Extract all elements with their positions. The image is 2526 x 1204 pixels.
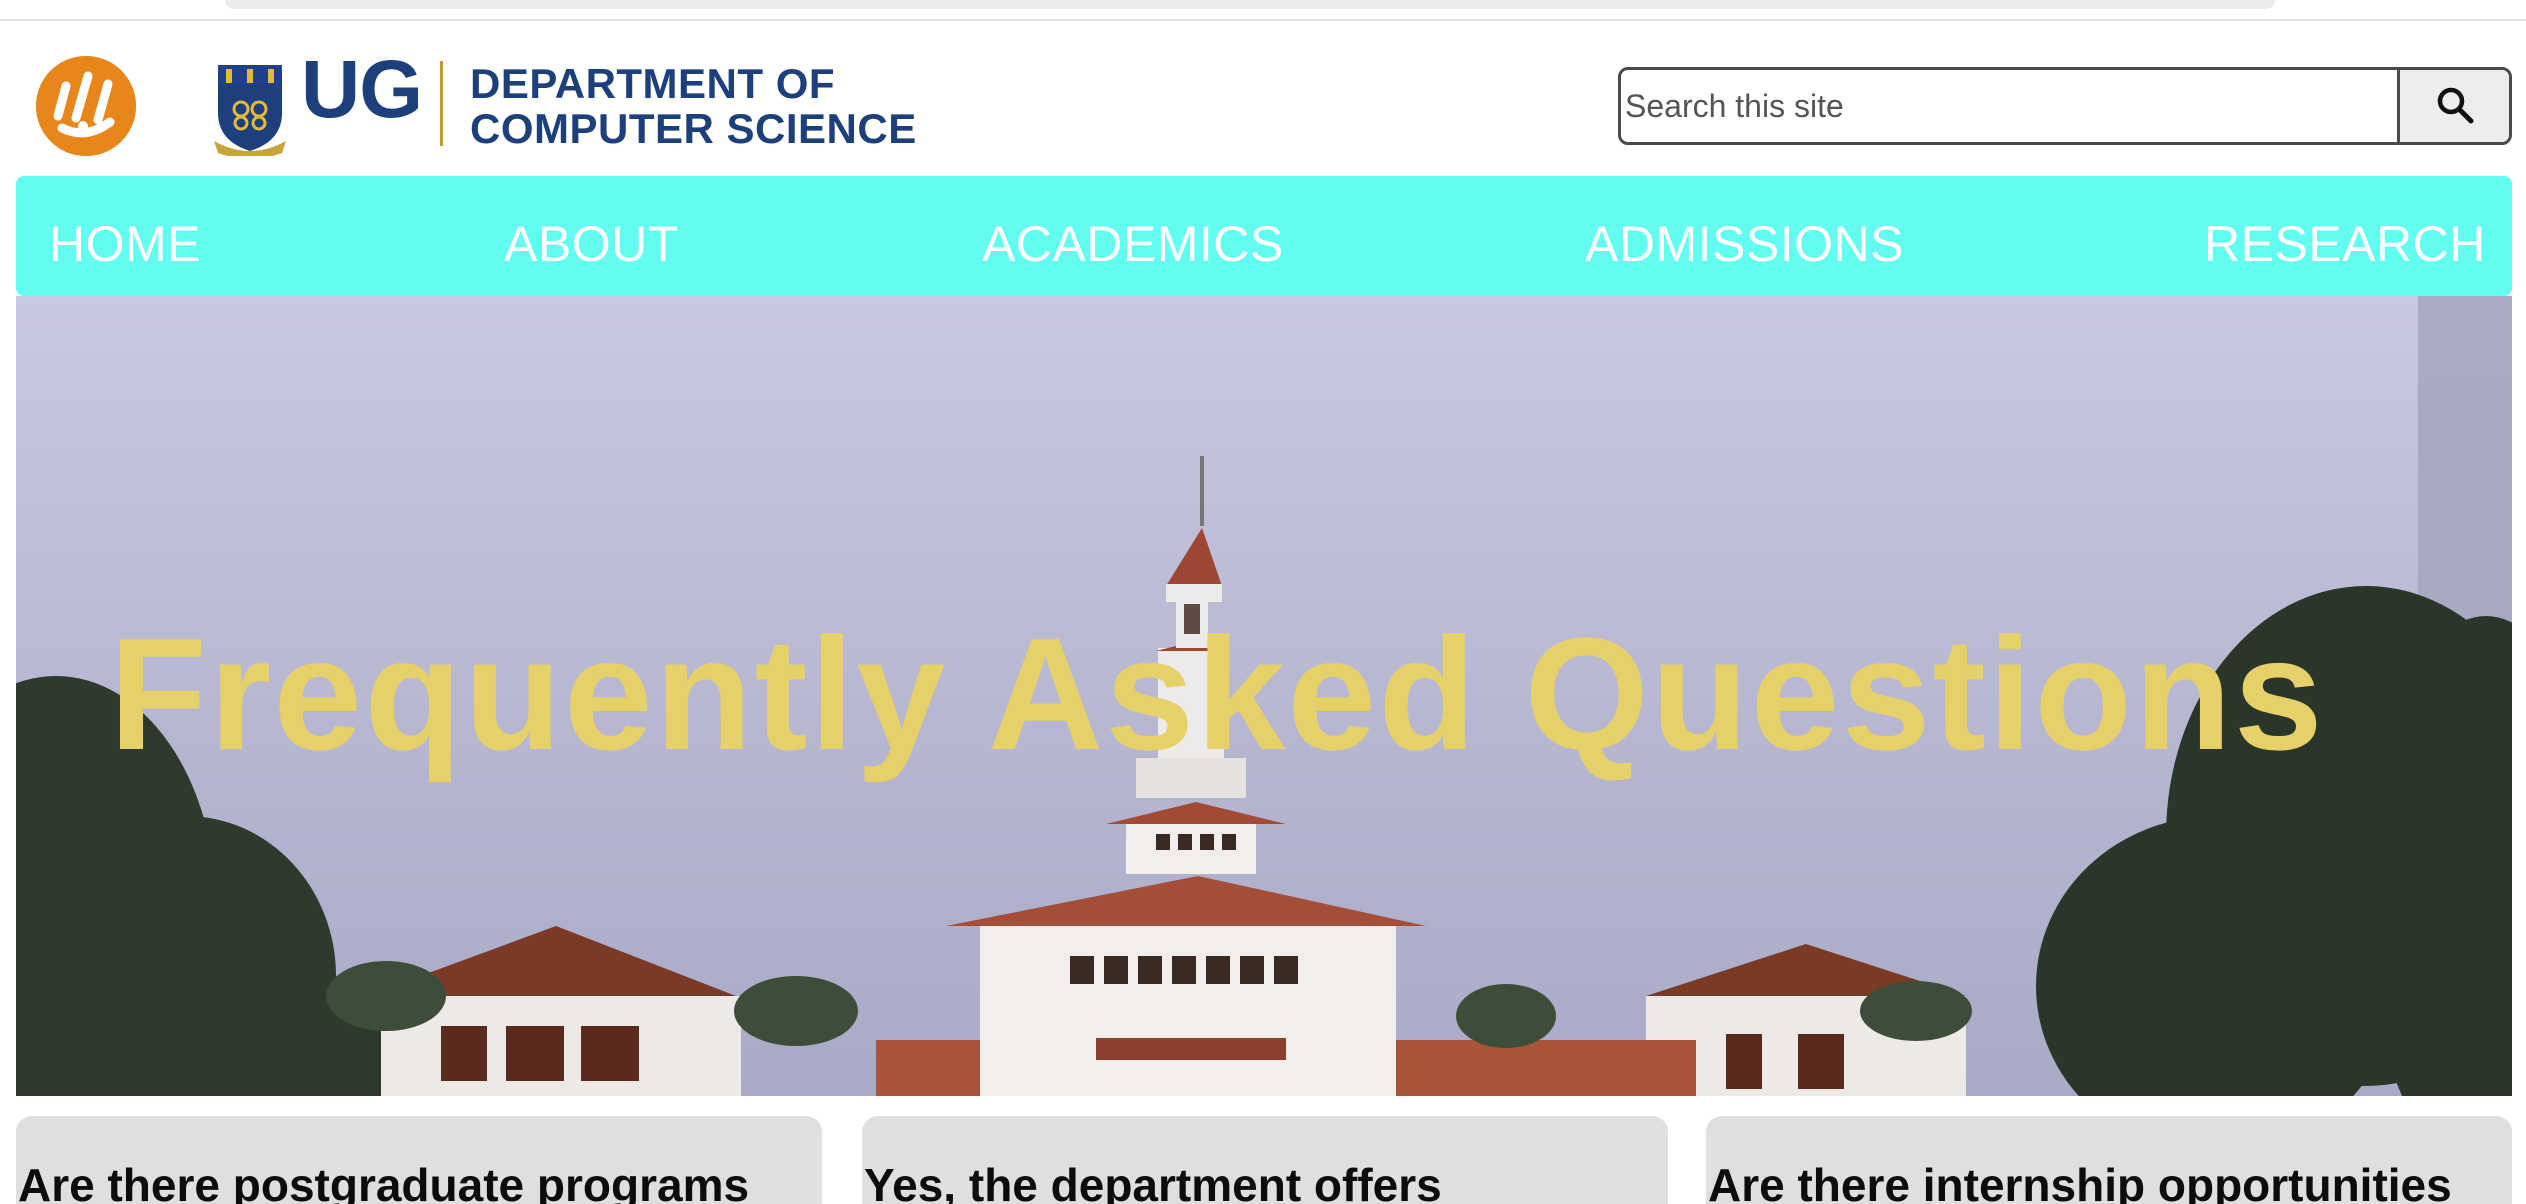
page: UG DEPARTMENT OF COMPUTER SCIENCE HOME A… [0,0,2526,1204]
faq-card[interactable]: Are there internship opportunities [1706,1116,2512,1204]
browser-top-strip [0,0,2526,21]
department-name-line1: DEPARTMENT OF [470,60,836,107]
search-button[interactable] [2397,70,2509,142]
main-nav: HOME ABOUT ACADEMICS ADMISSIONS RESEARCH [16,176,2512,296]
hero-banner: Frequently Asked Questions [16,296,2512,1096]
nav-item-home[interactable]: HOME [49,219,201,269]
faq-card-text: Are there postgraduate programs [18,1159,750,1204]
nav-item-about[interactable]: ABOUT [504,219,679,269]
logo-divider [440,61,443,146]
site-header: UG DEPARTMENT OF COMPUTER SCIENCE [0,21,2526,176]
search-input[interactable] [1621,70,2397,142]
search-form [1618,67,2512,145]
nav-item-research[interactable]: RESEARCH [2204,219,2486,269]
hero-title: Frequently Asked Questions [109,604,2325,783]
faq-card[interactable]: Are there postgraduate programs [16,1116,822,1204]
ug-crest-icon [212,61,288,156]
orange-circle-logo-icon[interactable] [36,56,136,156]
search-icon [2435,85,2475,128]
department-name[interactable]: DEPARTMENT OF COMPUTER SCIENCE [470,61,917,151]
faq-card[interactable]: Yes, the department offers [862,1116,1668,1204]
faq-card-text: Yes, the department offers [864,1159,1442,1204]
nav-item-academics[interactable]: ACADEMICS [982,219,1284,269]
ug-wordmark: UG [301,44,423,135]
top-strip-bar [225,0,2275,9]
faq-cards: Are there postgraduate programs Yes, the… [0,1116,2526,1204]
faq-card-text: Are there internship opportunities [1708,1159,2452,1204]
nav-item-admissions[interactable]: ADMISSIONS [1585,219,1904,269]
department-name-line2: COMPUTER SCIENCE [470,105,917,152]
